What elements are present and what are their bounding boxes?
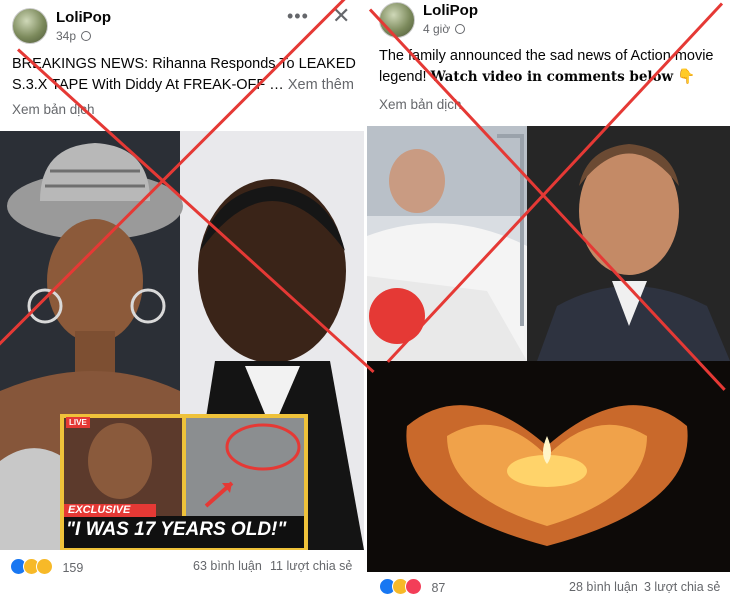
sad-reaction-icon <box>36 558 53 575</box>
translate-link[interactable]: Xem bản dịch <box>379 97 462 112</box>
author-name[interactable]: LoliPop <box>423 2 478 19</box>
live-badge: LIVE <box>66 417 90 428</box>
post-card-left: LoliPop 34p ••• ✕ BREAKINGS NEWS: Rihann… <box>0 0 364 602</box>
author-avatar[interactable] <box>379 2 415 38</box>
inset-banner: "I WAS 17 YEARS OLD!" <box>66 519 287 540</box>
reaction-count: 159 <box>62 561 84 575</box>
globe-icon <box>455 24 466 34</box>
see-more-link[interactable]: Xem thêm <box>288 77 354 93</box>
post-image[interactable] <box>367 126 730 572</box>
post-time[interactable]: 4 giờ <box>423 22 466 36</box>
comment-count[interactable]: 28 bình luận <box>569 580 638 594</box>
more-icon[interactable]: ••• <box>287 6 309 26</box>
post-image[interactable]: LIVE EXCLUSIVE "I WAS 17 YEARS OLD!" <box>0 131 364 550</box>
reaction-summary[interactable]: 159 <box>10 558 83 575</box>
pointing-down-icon: 👇 <box>677 69 696 85</box>
globe-icon <box>81 31 92 41</box>
post-time[interactable]: 34p <box>56 29 92 43</box>
reaction-count: 87 <box>431 581 446 595</box>
share-count[interactable]: 3 lượt chia sẻ <box>644 580 720 594</box>
share-count[interactable]: 11 lượt chia sẻ <box>270 559 352 573</box>
author-avatar[interactable] <box>12 8 48 44</box>
post-card-right: LoliPop 4 giờ The family announced the s… <box>367 0 730 602</box>
reaction-summary[interactable]: 87 <box>379 578 445 595</box>
love-reaction-icon <box>405 578 422 595</box>
comment-count[interactable]: 63 bình luận <box>193 559 262 573</box>
author-name[interactable]: LoliPop <box>56 9 111 26</box>
post-text: The family announced the sad news of Act… <box>379 48 714 85</box>
inset-banner-top: EXCLUSIVE <box>68 504 131 516</box>
